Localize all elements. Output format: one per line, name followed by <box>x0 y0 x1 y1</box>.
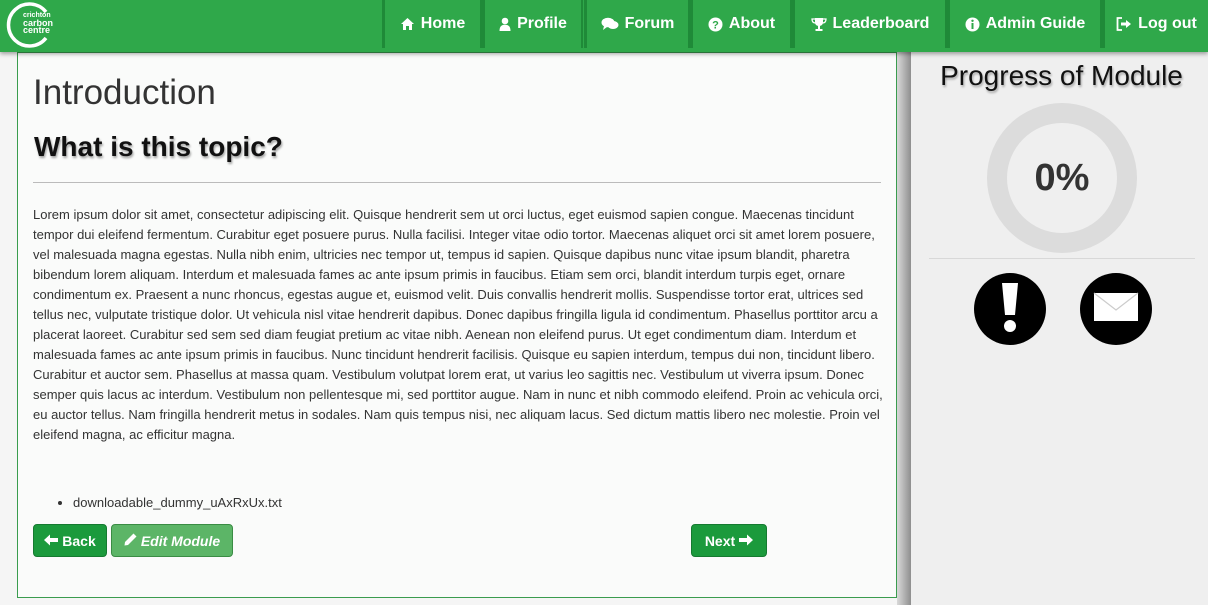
nav-profile[interactable]: Profile <box>482 0 583 48</box>
user-icon <box>499 17 511 31</box>
module-title: Introduction <box>33 73 216 112</box>
home-icon <box>400 17 415 31</box>
nav-profile-label: Profile <box>517 15 567 32</box>
nav-admin-guide[interactable]: Admin Guide <box>947 0 1102 48</box>
nav-logout-label: Log out <box>1138 15 1197 32</box>
progress-sidebar: Progress of Module 0% <box>911 52 1208 605</box>
content-divider <box>33 182 881 183</box>
arrow-left-icon <box>44 533 59 549</box>
nav-leaderboard-label: Leaderboard <box>832 15 930 32</box>
edit-module-button-label: Edit Module <box>140 532 221 549</box>
nav-home[interactable]: Home <box>382 0 482 48</box>
info-circle-icon <box>965 17 980 32</box>
question-circle-icon: ? <box>708 17 723 32</box>
download-link[interactable]: downloadable_dummy_uAxRxUx.txt <box>73 495 282 510</box>
edit-module-button[interactable]: Edit Module <box>111 524 233 557</box>
exclamation-icon <box>1000 281 1020 338</box>
top-navbar: crichton carbon centre Home Profile Foru… <box>0 0 1208 52</box>
next-button[interactable]: Next <box>691 524 767 557</box>
report-issue-button[interactable] <box>974 273 1046 345</box>
svg-text:?: ? <box>712 19 719 31</box>
module-content-panel: Introduction What is this topic? Lorem i… <box>17 52 897 598</box>
module-body-text: Lorem ipsum dolor sit amet, consectetur … <box>33 207 883 442</box>
logout-icon <box>1116 17 1132 31</box>
progress-ring: 0% <box>987 103 1137 253</box>
progress-value: 0% <box>1007 123 1117 233</box>
crichton-carbon-centre-logo[interactable]: crichton carbon centre <box>6 2 53 48</box>
logo-line: centre <box>23 25 51 35</box>
nav-forum[interactable]: Forum <box>584 0 690 48</box>
pencil-icon <box>124 533 137 549</box>
nav-about[interactable]: ? About <box>690 0 792 48</box>
sidebar-divider <box>929 258 1195 259</box>
next-button-label: Next <box>704 532 736 549</box>
logo-text: crichton carbon centre <box>23 12 53 35</box>
nav-forum-label: Forum <box>624 15 675 32</box>
nav-about-label: About <box>728 15 776 32</box>
nav-admin-guide-label: Admin Guide <box>985 15 1086 32</box>
downloads-list: downloadable_dummy_uAxRxUx.txt <box>33 495 282 510</box>
comments-icon <box>601 17 619 31</box>
nav-home-label: Home <box>420 15 466 32</box>
back-button-label: Back <box>62 532 96 549</box>
trophy-icon <box>810 17 827 31</box>
nav-logout[interactable]: Log out <box>1102 0 1208 48</box>
progress-title: Progress of Module <box>940 60 1183 91</box>
nav-leaderboard[interactable]: Leaderboard <box>792 0 947 48</box>
envelope-icon <box>1093 292 1139 327</box>
topic-heading: What is this topic? <box>34 131 283 162</box>
sidebar-edge-shadow <box>897 52 911 605</box>
arrow-right-icon <box>739 533 754 549</box>
back-button[interactable]: Back <box>33 524 107 557</box>
message-button[interactable] <box>1080 273 1152 345</box>
